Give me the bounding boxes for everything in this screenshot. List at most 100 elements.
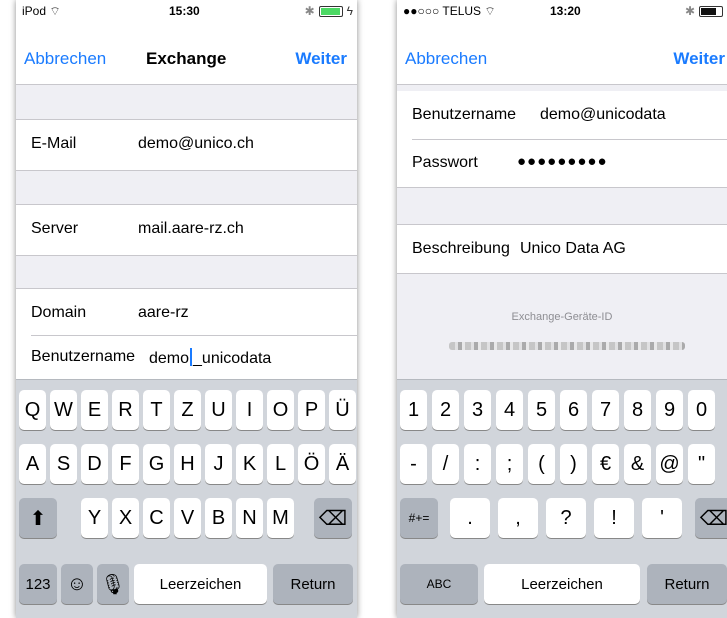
key-g[interactable]: G: [143, 444, 170, 484]
key-punct-1[interactable]: ,: [498, 498, 538, 538]
key-q[interactable]: Q: [19, 390, 46, 430]
key-i[interactable]: I: [236, 390, 263, 430]
email-value: demo@unico.ch: [138, 135, 254, 152]
battery-icon: [699, 5, 723, 17]
key-s[interactable]: S: [50, 444, 77, 484]
space-key[interactable]: Leerzeichen: [134, 564, 267, 604]
shift-icon: ⬆: [29, 507, 47, 530]
key-u[interactable]: U: [205, 390, 232, 430]
abc-key[interactable]: ABC: [400, 564, 478, 604]
username-field[interactable]: Benutzername demo _unicodata: [16, 336, 357, 381]
status-bar: ●●○○○ TELUS ⌔ 13:20 ✱: [397, 0, 727, 22]
key-ö[interactable]: Ö: [298, 444, 325, 484]
navigation-bar: Abbrechen Weiter: [397, 22, 727, 85]
key-1[interactable]: 1: [400, 390, 427, 430]
key-punct-4[interactable]: ': [642, 498, 682, 538]
key-symbol-4[interactable]: (: [528, 444, 555, 484]
space-key[interactable]: Leerzeichen: [484, 564, 640, 604]
wifi-icon: ⌔: [49, 4, 61, 18]
key-n[interactable]: N: [236, 498, 263, 538]
key-j[interactable]: J: [205, 444, 232, 484]
cancel-button[interactable]: Abbrechen: [405, 49, 487, 69]
key-p[interactable]: P: [298, 390, 325, 430]
username-label: Benutzername: [31, 348, 136, 365]
shift-key[interactable]: ⬆: [19, 498, 57, 538]
key-8[interactable]: 8: [624, 390, 651, 430]
numbers-key[interactable]: 123: [19, 564, 57, 604]
key-punct-0[interactable]: .: [450, 498, 490, 538]
key-symbol-0[interactable]: -: [400, 444, 427, 484]
key-ü[interactable]: Ü: [329, 390, 356, 430]
domain-label: Domain: [31, 304, 87, 321]
keyboard: 1 2 3 4 5 6 7 8 9 0 - /:;() € & @ " #+=.,?! ' ⌫ ABC Leerzeic…: [397, 379, 727, 618]
key-w[interactable]: W: [50, 390, 77, 430]
key-k[interactable]: K: [236, 444, 263, 484]
key-punct-2[interactable]: ?: [546, 498, 586, 538]
carrier-label: ●●○○○ TELUS ⌔: [403, 4, 496, 18]
domain-value: aare-rz: [138, 304, 189, 321]
key-a[interactable]: A: [19, 444, 46, 484]
page-title: Exchange: [146, 49, 227, 68]
key-symbol-7[interactable]: &: [624, 444, 651, 484]
carrier-label: iPod ⌔: [22, 4, 61, 18]
key-c[interactable]: C: [143, 498, 170, 538]
key-b[interactable]: B: [205, 498, 232, 538]
email-label: E-Mail: [31, 135, 77, 152]
key-f[interactable]: F: [112, 444, 139, 484]
key-r[interactable]: R: [112, 390, 139, 430]
key-symbol-8[interactable]: @: [656, 444, 683, 484]
delete-key[interactable]: ⌫: [314, 498, 352, 538]
key-9[interactable]: 9: [656, 390, 683, 430]
status-right: ✱: [685, 4, 723, 18]
status-bar: iPod ⌔ 15:30 ✱ ϟ: [16, 0, 357, 22]
symbols-key[interactable]: #+=: [400, 498, 438, 538]
username-field[interactable]: Benutzername demo@unicodata: [397, 91, 727, 139]
key-d[interactable]: D: [81, 444, 108, 484]
key-5[interactable]: 5: [528, 390, 555, 430]
delete-key[interactable]: ⌫: [695, 498, 727, 538]
key-symbol-5[interactable]: ): [560, 444, 587, 484]
charging-icon: ϟ: [346, 4, 353, 18]
key-symbol-2[interactable]: :: [464, 444, 491, 484]
key-7[interactable]: 7: [592, 390, 619, 430]
key-h[interactable]: H: [174, 444, 201, 484]
key-x[interactable]: X: [112, 498, 139, 538]
key-z[interactable]: Z: [174, 390, 201, 430]
bluetooth-icon: ✱: [684, 4, 695, 18]
key-symbol-1[interactable]: /: [432, 444, 459, 484]
password-field[interactable]: Passwort ●●●●●●●●●: [397, 140, 727, 187]
key-l[interactable]: L: [267, 444, 294, 484]
key-t[interactable]: T: [143, 390, 170, 430]
key-ä[interactable]: Ä: [329, 444, 356, 484]
key-e[interactable]: E: [81, 390, 108, 430]
key-y[interactable]: Y: [81, 498, 108, 538]
email-field[interactable]: E-Mail demo@unico.ch: [16, 119, 357, 171]
domain-field[interactable]: Domain aare-rz: [16, 289, 357, 335]
server-value: mail.aare-rz.ch: [138, 220, 244, 237]
key-3[interactable]: 3: [464, 390, 491, 430]
key-4[interactable]: 4: [496, 390, 523, 430]
next-button[interactable]: Weiter: [295, 49, 347, 69]
microphone-key[interactable]: 🎙: [97, 564, 129, 604]
next-button[interactable]: Weiter: [673, 49, 725, 69]
emoji-key[interactable]: ☺: [61, 564, 93, 604]
description-field[interactable]: Beschreibung Unico Data AG: [397, 224, 727, 274]
key-punct-3[interactable]: !: [594, 498, 634, 538]
return-key[interactable]: Return: [647, 564, 727, 604]
key-symbol-3[interactable]: ;: [496, 444, 523, 484]
device-id-label: Exchange-Geräte-ID: [511, 311, 613, 323]
credentials-group: Benutzername demo@unicodata Passwort ●●●…: [397, 91, 727, 188]
key-v[interactable]: V: [174, 498, 201, 538]
key-m[interactable]: M: [267, 498, 294, 538]
key-2[interactable]: 2: [432, 390, 459, 430]
return-key[interactable]: Return: [273, 564, 353, 604]
key-symbol-6[interactable]: €: [592, 444, 619, 484]
server-field[interactable]: Server mail.aare-rz.ch: [16, 204, 357, 256]
key-o[interactable]: O: [267, 390, 294, 430]
key-0[interactable]: 0: [688, 390, 715, 430]
key-symbol-9[interactable]: ": [688, 444, 715, 484]
username-value: demo@unicodata: [540, 106, 666, 123]
cancel-button[interactable]: Abbrechen: [24, 49, 106, 69]
text-cursor: [190, 348, 193, 366]
key-6[interactable]: 6: [560, 390, 587, 430]
